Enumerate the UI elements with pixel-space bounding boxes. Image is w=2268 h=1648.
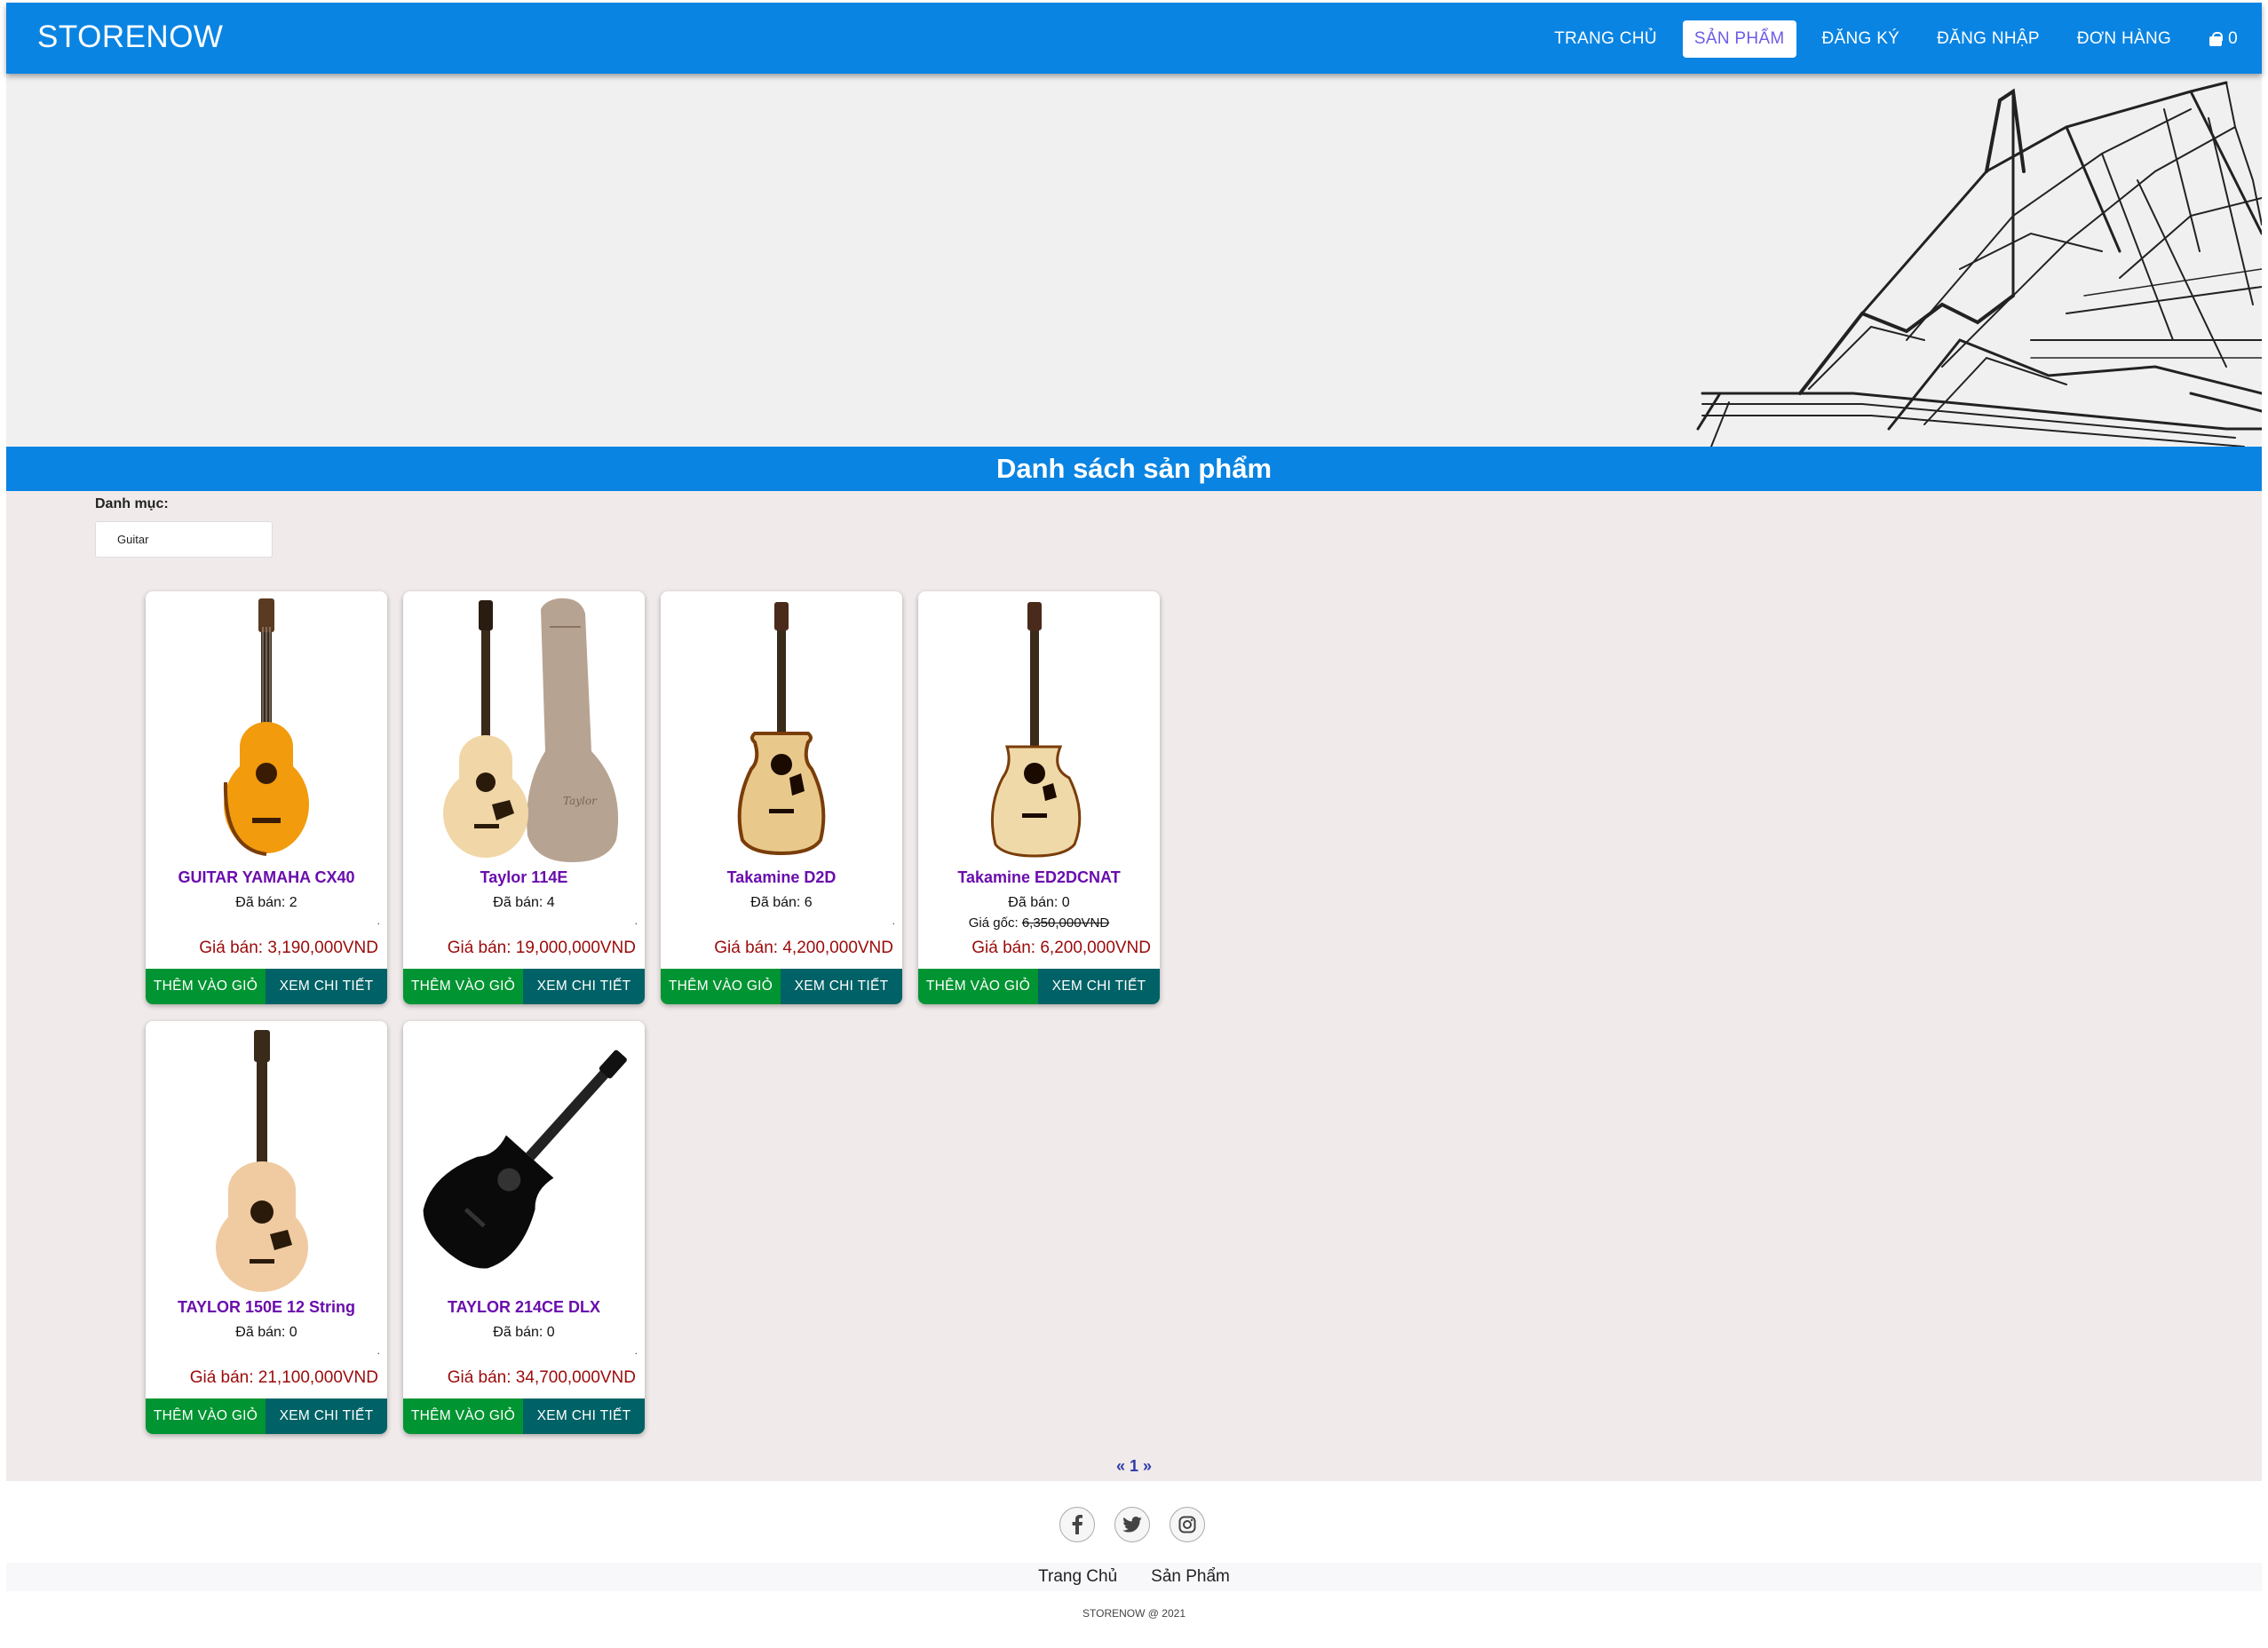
view-details-button[interactable]: XEM CHI TIẾT	[1038, 969, 1160, 1004]
add-to-cart-button[interactable]: THÊM VÀO GIỎ	[918, 969, 1038, 1004]
add-to-cart-button[interactable]: THÊM VÀO GIỎ	[661, 969, 781, 1004]
product-image[interactable]	[661, 591, 902, 867]
nav-menu: TRANG CHỦ SẢN PHẨM ĐĂNG KÝ ĐĂNG NHẬP ĐƠN…	[1528, 20, 2249, 58]
product-name[interactable]: GUITAR YAMAHA CX40	[146, 868, 387, 887]
separator-dot: .	[892, 915, 895, 927]
product-card: Takamine ED2DCNAT Đã bán: 0 Giá gốc: 6,3…	[918, 591, 1160, 1004]
separator-dot: .	[634, 1344, 638, 1357]
piano-sketch-image	[1696, 81, 2262, 447]
social-links	[1059, 1507, 1205, 1542]
product-image[interactable]	[146, 591, 387, 867]
product-image[interactable]	[146, 1021, 387, 1296]
product-card: TAYLOR 214CE DLX Đã bán: 0 . Giá bán: 34…	[403, 1021, 645, 1434]
product-sold-count: Đã bán: 4	[493, 895, 555, 910]
product-original-price: Giá gốc: 6,350,000VND	[918, 915, 1160, 931]
nav-orders[interactable]: ĐƠN HÀNG	[2066, 20, 2183, 58]
product-name[interactable]: Takamine D2D	[661, 868, 902, 887]
pagination[interactable]: « 1 »	[6, 1457, 2262, 1476]
product-sold-count: Đã bán: 0	[235, 1325, 297, 1340]
view-details-button[interactable]: XEM CHI TIẾT	[266, 1398, 387, 1434]
product-name[interactable]: TAYLOR 214CE DLX	[403, 1298, 645, 1317]
nav-login[interactable]: ĐĂNG NHẬP	[1925, 20, 2051, 58]
product-sold-count: Đã bán: 2	[235, 895, 297, 910]
facebook-icon[interactable]	[1059, 1507, 1095, 1542]
product-list-section: Danh mục: Guitar GUITAR YAMAHA CX40 Đã b…	[6, 491, 2262, 1481]
product-image[interactable]	[403, 1021, 645, 1296]
footer-link-products[interactable]: Sản Phẩm	[1151, 1567, 1230, 1587]
cart-count: 0	[2228, 29, 2238, 48]
view-details-button[interactable]: XEM CHI TIẾT	[781, 969, 902, 1004]
original-price-label: Giá gốc:	[968, 915, 1019, 931]
product-name[interactable]: TAYLOR 150E 12 String	[146, 1298, 387, 1317]
add-to-cart-button[interactable]: THÊM VÀO GIỎ	[403, 969, 523, 1004]
product-price: Giá bán: 34,700,000VND	[447, 1368, 636, 1387]
separator-dot: .	[377, 915, 380, 927]
twitter-icon[interactable]	[1114, 1507, 1150, 1542]
footer-link-home[interactable]: Trang Chủ	[1038, 1567, 1117, 1587]
product-price: Giá bán: 3,190,000VND	[199, 939, 378, 957]
instagram-icon[interactable]	[1170, 1507, 1205, 1542]
page-title: Danh sách sản phẩm	[6, 447, 2262, 491]
navbar: STORENOW TRANG CHỦ SẢN PHẨM ĐĂNG KÝ ĐĂNG…	[6, 3, 2262, 74]
nav-register[interactable]: ĐĂNG KÝ	[1811, 20, 1912, 58]
product-card: GUITAR YAMAHA CX40 Đã bán: 2 . Giá bán: …	[146, 591, 387, 1004]
separator-dot: .	[377, 1344, 380, 1357]
add-to-cart-button[interactable]: THÊM VÀO GIỎ	[146, 1398, 266, 1434]
nav-home[interactable]: TRANG CHỦ	[1542, 20, 1669, 58]
add-to-cart-button[interactable]: THÊM VÀO GIỎ	[403, 1398, 523, 1434]
product-price: Giá bán: 19,000,000VND	[447, 939, 636, 957]
separator-dot: .	[634, 915, 638, 927]
category-label: Danh mục:	[95, 496, 169, 511]
product-price: Giá bán: 4,200,000VND	[714, 939, 893, 957]
product-card: TAYLOR 150E 12 String Đã bán: 0 . Giá bá…	[146, 1021, 387, 1434]
hero-banner	[6, 74, 2262, 447]
product-sold-count: Đã bán: 0	[1008, 895, 1070, 910]
product-name[interactable]: Takamine ED2DCNAT	[918, 868, 1160, 887]
copyright: STORENOW @ 2021	[1082, 1607, 1186, 1620]
product-sold-count: Đã bán: 0	[493, 1325, 555, 1340]
add-to-cart-button[interactable]: THÊM VÀO GIỎ	[146, 969, 266, 1004]
product-image[interactable]	[918, 591, 1160, 867]
nav-products[interactable]: SẢN PHẨM	[1682, 20, 1796, 58]
product-card: Takamine D2D Đã bán: 6 . Giá bán: 4,200,…	[661, 591, 902, 1004]
svg-text:Taylor: Taylor	[563, 795, 598, 807]
product-name[interactable]: Taylor 114E	[403, 868, 645, 887]
shopping-bag-icon	[2209, 32, 2224, 46]
category-select[interactable]: Guitar	[95, 521, 273, 558]
original-price-value: 6,350,000VND	[1021, 915, 1110, 931]
product-sold-count: Đã bán: 6	[750, 895, 813, 910]
brand-logo[interactable]: STORENOW	[37, 20, 223, 55]
product-price: Giá bán: 6,200,000VND	[971, 939, 1151, 957]
product-image[interactable]: Taylor	[403, 591, 645, 867]
view-details-button[interactable]: XEM CHI TIẾT	[523, 969, 645, 1004]
product-price: Giá bán: 21,100,000VND	[189, 1368, 378, 1387]
footer-links: Trang Chủ Sản Phẩm	[6, 1563, 2262, 1591]
product-card: Taylor Taylor 114E Đã bán: 4 . Giá bán: …	[403, 591, 645, 1004]
view-details-button[interactable]: XEM CHI TIẾT	[523, 1398, 645, 1434]
view-details-button[interactable]: XEM CHI TIẾT	[266, 969, 387, 1004]
nav-cart[interactable]: 0	[2197, 20, 2249, 58]
